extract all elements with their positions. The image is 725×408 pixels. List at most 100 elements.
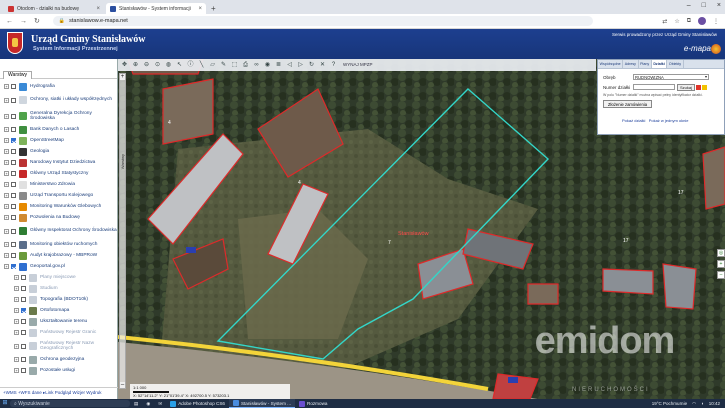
history-forward-icon[interactable]: ▷ xyxy=(297,62,304,69)
tab-warstwy[interactable]: Warstwy xyxy=(3,71,32,79)
layer-checkbox[interactable] xyxy=(21,286,26,291)
show-parcels-link[interactable]: Pokaż działki xyxy=(622,118,645,123)
clock-text[interactable]: 10:42 xyxy=(709,401,720,406)
search-button[interactable]: Szukaj xyxy=(677,83,696,91)
tab-plany[interactable]: Plany xyxy=(639,60,652,68)
volume-icon[interactable]: ◖ xyxy=(701,401,704,406)
close-window-icon[interactable]: × xyxy=(717,2,721,9)
clear-icon[interactable]: ✕ xyxy=(319,62,326,69)
taskbar-app-photoshop[interactable]: Adobe Photoshop CS6 xyxy=(166,399,229,408)
parcel-number-input[interactable] xyxy=(633,84,675,90)
expand-icon[interactable]: + xyxy=(4,193,9,198)
layer-item[interactable]: + Bank Danych o Lasach xyxy=(0,124,117,135)
weather-text[interactable]: 19°C Pochmurnie xyxy=(652,401,687,406)
expand-icon[interactable]: + xyxy=(4,253,9,258)
layer-checkbox[interactable] xyxy=(11,149,16,154)
expand-icon[interactable]: + xyxy=(4,242,9,247)
layer-checkbox[interactable] xyxy=(11,84,16,89)
pan-icon[interactable]: ✥ xyxy=(121,62,128,69)
expand-icon[interactable]: + xyxy=(4,204,9,209)
taskbar-app-files-icon[interactable]: ▤ xyxy=(130,399,142,408)
tab-wspolrzedne[interactable]: Współrzędne xyxy=(598,60,624,68)
layer-item[interactable]: + Ochrona geodezyjna xyxy=(0,354,117,365)
expand-icon[interactable]: + xyxy=(14,297,19,302)
layer-item[interactable]: + Główny Urząd Statystyczny xyxy=(0,168,117,179)
link-icon[interactable]: ∞ xyxy=(253,62,260,69)
layer-checkbox[interactable] xyxy=(21,343,26,349)
expand-icon[interactable]: + xyxy=(14,286,19,291)
layer-item[interactable]: + Ortofotomapa xyxy=(0,305,117,316)
camera-icon[interactable]: ◉ xyxy=(264,62,271,69)
expand-icon[interactable]: + xyxy=(4,138,9,143)
layer-checkbox[interactable] xyxy=(11,242,16,247)
layer-checkbox[interactable] xyxy=(21,368,26,373)
info-icon[interactable]: ⓘ xyxy=(187,62,194,69)
locate-icon[interactable]: ◎ xyxy=(717,249,725,257)
browser-tab-stanislawow[interactable]: Stanisławów - System informacji × xyxy=(106,3,206,14)
expand-icon[interactable]: + xyxy=(4,215,9,220)
expand-icon[interactable]: + xyxy=(4,160,9,165)
measure-area-icon[interactable]: ▱ xyxy=(209,62,216,69)
new-tab-button[interactable]: + xyxy=(211,4,216,13)
expand-icon[interactable]: + xyxy=(4,182,9,187)
url-field[interactable]: 🔒 stanislawow.e-mapa.net xyxy=(52,16,593,26)
expand-icon[interactable]: + xyxy=(4,171,9,176)
zoom-in-icon[interactable]: ⊕ xyxy=(132,62,139,69)
layer-item[interactable]: + Monitoring Warunków Glebowych xyxy=(0,201,117,212)
layer-checkbox[interactable] xyxy=(11,215,16,220)
layer-item[interactable]: + Plany miejscowe xyxy=(0,272,117,283)
layer-checkbox[interactable] xyxy=(11,204,16,209)
layer-checkbox[interactable] xyxy=(11,193,16,198)
layer-checkbox[interactable] xyxy=(11,228,16,234)
layer-checkbox[interactable] xyxy=(11,138,16,143)
minimize-icon[interactable]: – xyxy=(687,2,691,9)
layer-item[interactable]: + OpenStreetMap xyxy=(0,135,117,146)
minus-icon[interactable]: – xyxy=(717,271,725,279)
layer-item[interactable]: + Główny Inspektorat Ochrony Środowiska xyxy=(0,223,117,239)
expand-icon[interactable]: + xyxy=(4,264,9,269)
expand-icon[interactable]: + xyxy=(4,127,9,132)
select-icon[interactable]: ⬚ xyxy=(231,62,238,69)
layer-checkbox[interactable] xyxy=(11,127,16,132)
expand-icon[interactable]: + xyxy=(14,330,19,335)
expand-icon[interactable]: + xyxy=(4,113,9,119)
expand-icon[interactable]: + xyxy=(14,308,19,313)
tab-adresy[interactable]: Adresy xyxy=(623,60,639,68)
tab-close-icon[interactable]: × xyxy=(198,6,202,12)
expand-icon[interactable]: + xyxy=(14,319,19,324)
expand-icon[interactable]: + xyxy=(14,368,19,373)
draw-icon[interactable]: ✎ xyxy=(220,62,227,69)
layer-checkbox[interactable] xyxy=(21,330,26,335)
layer-checkbox[interactable] xyxy=(11,113,16,119)
history-back-icon[interactable]: ◁ xyxy=(286,62,293,69)
expand-icon[interactable]: + xyxy=(4,149,9,154)
layer-item[interactable]: + Monitoring obiektów ruchomych xyxy=(0,239,117,250)
layer-item[interactable]: + Hydrografia xyxy=(0,81,117,92)
expand-icon[interactable]: + xyxy=(4,228,9,234)
layer-checkbox[interactable] xyxy=(21,319,26,324)
layer-checkbox[interactable] xyxy=(21,308,26,313)
taskbar-app-browser-icon[interactable]: ◉ xyxy=(142,399,154,408)
extensions-icon[interactable]: ⧉ xyxy=(687,18,691,25)
layer-checkbox[interactable] xyxy=(21,297,26,302)
taskbar-app-mail-icon[interactable]: ✉ xyxy=(154,399,166,408)
taskbar-app-stanislawow[interactable]: Stanisławów - System ... xyxy=(228,399,296,408)
obreb-select[interactable]: RUDNOWIZNA xyxy=(633,74,709,80)
emapa-brand[interactable]: e-mapa xyxy=(684,44,711,53)
plus-icon[interactable]: + xyxy=(717,260,725,268)
print-icon[interactable]: ⎙ xyxy=(242,62,249,69)
layer-item[interactable]: + Pozostałe usługi xyxy=(0,365,117,376)
tab-dzialki[interactable]: Działki xyxy=(651,60,668,68)
expand-icon[interactable]: + xyxy=(14,357,19,362)
zoom-out-icon[interactable]: ⊖ xyxy=(143,62,150,69)
zoom-plus-button[interactable]: + xyxy=(120,74,125,80)
zoom-minus-button[interactable]: – xyxy=(120,382,125,388)
flag-red-icon[interactable] xyxy=(696,84,702,90)
maximize-icon[interactable]: □ xyxy=(702,2,706,9)
layer-item[interactable]: + Audyt krajobrazowy - MBPRoW xyxy=(0,250,117,261)
tab-close-icon[interactable]: × xyxy=(96,6,100,12)
layer-checkbox[interactable] xyxy=(11,253,16,258)
layer-item[interactable]: + Narodowy Instytut Dziedzictwa xyxy=(0,157,117,168)
layer-checkbox[interactable] xyxy=(21,357,26,362)
layer-item[interactable]: + Ministerstwo Zdrowia xyxy=(0,179,117,190)
